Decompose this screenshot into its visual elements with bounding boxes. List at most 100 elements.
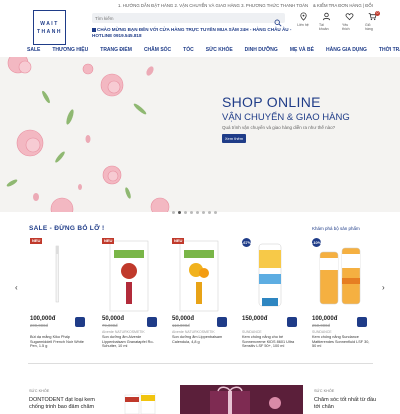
product-card[interactable]: NEU 50,000đ 79,000đ Alverde NATURKOSMETI… bbox=[102, 238, 157, 353]
nav-health[interactable]: SỨC KHỎE bbox=[206, 44, 233, 56]
carousel-dot[interactable] bbox=[178, 211, 181, 214]
product-image bbox=[319, 247, 361, 305]
carousel-dot[interactable] bbox=[184, 211, 187, 214]
carousel-dot[interactable] bbox=[208, 211, 211, 214]
hero-title: SHOP ONLINE bbox=[222, 94, 321, 110]
product-old-price: 79,000đ bbox=[102, 323, 118, 328]
wishlist-button[interactable]: Yêu thích bbox=[342, 12, 356, 34]
product-price: 150,000đ bbox=[242, 316, 268, 322]
nav-mother-baby[interactable]: MẸ VÀ BÉ bbox=[290, 44, 314, 56]
add-to-cart-button[interactable] bbox=[357, 317, 367, 327]
blog-image[interactable] bbox=[113, 393, 168, 414]
product-price: 100,000đ bbox=[30, 316, 56, 322]
add-to-cart-button[interactable] bbox=[287, 317, 297, 327]
header-actions: Liên hệ Tài khoản Yêu thích 0 Giỏ hàng bbox=[296, 11, 380, 34]
product-image bbox=[55, 245, 59, 303]
product-card[interactable]: NEU 100,000đ 209,000đ Bút dạ mắng Kiko P… bbox=[30, 238, 85, 353]
add-to-cart-button[interactable] bbox=[75, 317, 85, 327]
carousel-dot[interactable] bbox=[190, 211, 193, 214]
nav-makeup[interactable]: TRANG ĐIỂM bbox=[100, 44, 132, 56]
heart-icon bbox=[345, 13, 353, 21]
product-name[interactable]: Kem chống nắng cho bé Sonnencreme KIDS 8… bbox=[242, 335, 300, 349]
product-image bbox=[109, 240, 149, 312]
guide-links[interactable]: 1. HƯỚNG DẪN ĐẶT HÀNG 2. VẬN CHUYỂN VÀ G… bbox=[118, 3, 308, 8]
search-bar bbox=[92, 13, 285, 27]
new-badge: NEU bbox=[102, 238, 115, 244]
next-arrow-icon[interactable]: › bbox=[382, 283, 385, 292]
product-card[interactable]: -10% 100,000đ 250,000đ SUNDANCE Kem chốn… bbox=[312, 238, 370, 353]
blog-category: SỨC KHỎE bbox=[314, 389, 335, 393]
nav-hair[interactable]: TÓC bbox=[183, 44, 194, 56]
hero-description: Quá trình vận chuyển và giao hàng diễn r… bbox=[222, 125, 336, 130]
nav-fashion[interactable]: THỜI TRANG bbox=[379, 44, 400, 56]
megaphone-icon bbox=[92, 27, 96, 32]
top-strip: 1. HƯỚNG DẪN ĐẶT HÀNG 2. VẬN CHUYỂN VÀ G… bbox=[0, 0, 400, 10]
cart-label: Giỏ hàng bbox=[365, 23, 373, 31]
welcome-notice: CHÀO MỪNG BẠN ĐẾN VỚI CỬA HÀNG TRỰC TUYẾ… bbox=[92, 27, 292, 39]
explore-link[interactable]: Khám phá bộ sản phẩm bbox=[312, 226, 360, 231]
add-to-cart-button[interactable] bbox=[217, 317, 227, 327]
product-card[interactable]: -67% 150,000đ SUNDANCE Kem chống nắng ch… bbox=[242, 238, 297, 353]
product-name[interactable]: Kem chống nắng Sundance Mattierendes Son… bbox=[312, 335, 370, 349]
hero-more-button[interactable]: Xem thêm bbox=[222, 134, 246, 143]
nav-sale[interactable]: SALE bbox=[27, 44, 40, 56]
hotline: HOTLINE 0919.545.818 bbox=[92, 33, 142, 38]
carousel-dot[interactable] bbox=[196, 211, 199, 214]
search-icon[interactable] bbox=[274, 14, 282, 27]
product-card[interactable]: NEU 50,000đ 118,000đ Alverde NATURKOSMET… bbox=[172, 238, 227, 353]
sale-section-title: SALE - ĐỪNG BỎ LỠ ! bbox=[29, 225, 105, 232]
product-old-price: 209,000đ bbox=[30, 323, 48, 328]
logo[interactable]: WAIT THANH bbox=[33, 10, 66, 45]
product-brand: Alverde NATURKOSMETIK bbox=[172, 330, 215, 334]
product-brand: SUNDANCE bbox=[242, 330, 262, 334]
product-image bbox=[258, 243, 282, 307]
wishlist-label: Yêu thích bbox=[342, 23, 350, 31]
nav-nutrition[interactable]: DINH DƯỠNG bbox=[245, 44, 278, 56]
product-old-price: 250,000đ bbox=[312, 323, 330, 328]
contact-button[interactable]: Liên hệ bbox=[296, 12, 310, 34]
product-brand: SUNDANCE bbox=[312, 330, 332, 334]
blog-title[interactable]: Chăm sóc tốt nhất từ đầu tới chân bbox=[314, 397, 379, 410]
carousel-dot[interactable] bbox=[214, 211, 217, 214]
discount-badge: -10% bbox=[312, 238, 322, 247]
new-badge: NEU bbox=[30, 238, 43, 244]
account-label: Tài khoản bbox=[319, 23, 329, 31]
location-icon bbox=[299, 12, 307, 21]
logo-line2: THANH bbox=[37, 28, 62, 35]
search-input[interactable] bbox=[95, 14, 265, 22]
carousel-dot[interactable] bbox=[202, 211, 205, 214]
notice-line1: CHÀO MỪNG BẠN ĐẾN VỚI CỬA HÀNG TRỰC TUYẾ… bbox=[97, 27, 292, 32]
rose-petals-image bbox=[6, 57, 170, 212]
prev-arrow-icon[interactable]: ‹ bbox=[15, 283, 18, 292]
blog-title[interactable]: DONTODENT đạt loại kem chống trinh bao đ… bbox=[29, 397, 99, 410]
product-name[interactable]: Son dưỡng ẩm Alverde Lippenbalsam Granat… bbox=[102, 335, 160, 349]
hero-banner[interactable]: SHOP ONLINE VẬN CHUYỂN & GIAO HÀNG Quá t… bbox=[0, 57, 400, 212]
logo-line1: WAIT bbox=[40, 20, 59, 27]
discount-badge: -67% bbox=[242, 238, 252, 247]
nav-care[interactable]: CHĂM SÓC bbox=[144, 44, 171, 56]
order-check-link[interactable]: & KIỂM TRA ĐƠN HÀNG | ĐỔI bbox=[313, 3, 373, 8]
new-badge: NEU bbox=[172, 238, 185, 244]
contact-label: Liên hệ bbox=[297, 23, 309, 27]
account-button[interactable]: Tài khoản bbox=[319, 12, 333, 34]
cart-button[interactable]: 0 Giỏ hàng bbox=[365, 11, 380, 34]
nav-household[interactable]: HÀNG GIA DỤNG bbox=[326, 44, 367, 56]
product-price: 50,000đ bbox=[102, 316, 125, 322]
nav-brands[interactable]: THƯƠNG HIỆU bbox=[52, 44, 88, 56]
product-name[interactable]: Bút dạ mắng Kiko Phấp Sugarmiddell Frenc… bbox=[30, 335, 88, 349]
blog-category: SỨC KHỎE bbox=[29, 389, 50, 393]
carousel-dot[interactable] bbox=[172, 211, 175, 214]
product-brand: Alverde NATURKOSMETIK bbox=[102, 330, 145, 334]
product-price: 100,000đ bbox=[312, 316, 338, 322]
product-price: 50,000đ bbox=[172, 316, 195, 322]
product-image bbox=[179, 240, 219, 312]
main-nav: SALE THƯƠNG HIỆU TRANG ĐIỂM CHĂM SÓC TÓC… bbox=[0, 44, 400, 56]
product-name[interactable]: Son dưỡng ẩm Lippenbalsam Calendula, 4,8… bbox=[172, 335, 230, 344]
hero-subtitle: VẬN CHUYỂN & GIAO HÀNG bbox=[222, 112, 350, 123]
add-to-cart-button[interactable] bbox=[147, 317, 157, 327]
user-icon bbox=[322, 12, 330, 21]
blog-gift-image[interactable] bbox=[180, 385, 303, 414]
product-old-price: 118,000đ bbox=[172, 323, 190, 328]
carousel-dots bbox=[172, 211, 217, 214]
cart-count-badge: 0 bbox=[375, 11, 380, 16]
